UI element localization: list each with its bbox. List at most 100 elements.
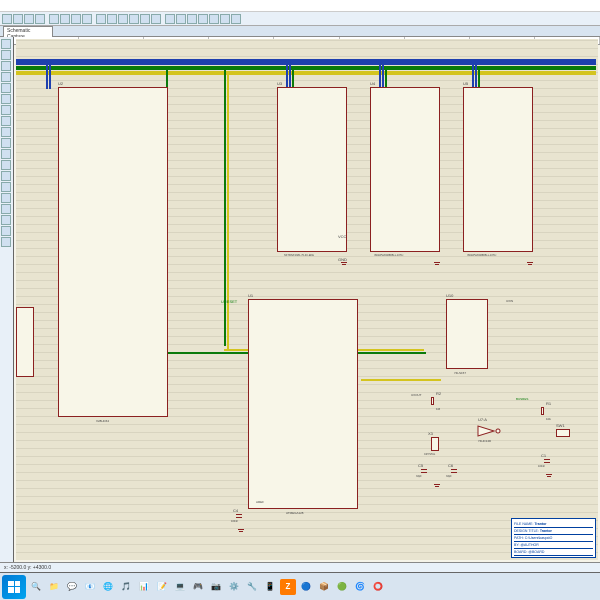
task-blue-icon[interactable]: 🔵	[298, 579, 314, 595]
ltool-terminal-icon[interactable]	[1, 116, 11, 126]
ltool-arc-icon[interactable]	[1, 226, 11, 236]
chip-u4[interactable]	[370, 87, 440, 252]
comp-c5[interactable]	[421, 469, 427, 473]
task-music-icon[interactable]: 🎵	[118, 579, 134, 595]
tool-3d-icon[interactable]	[209, 14, 219, 24]
task-note-icon[interactable]: 📝	[154, 579, 170, 595]
task-search-icon[interactable]: 🔍	[28, 579, 44, 595]
comp-r2-ref: R2	[436, 391, 441, 396]
schematic-canvas[interactable]: U2 X28HC64 U1 ATMEGA128 U3 SST39VF1681-7…	[16, 39, 598, 560]
ltool-pin-icon[interactable]	[1, 127, 11, 137]
ltool-text-icon[interactable]	[1, 83, 11, 93]
task-chat-icon[interactable]: 💬	[64, 579, 80, 595]
tool-print-icon[interactable]	[35, 14, 45, 24]
task-mail-icon[interactable]: 📧	[82, 579, 98, 595]
gnd-sym	[238, 529, 244, 533]
ltool-probe-icon[interactable]	[1, 171, 11, 181]
ltool-box-icon[interactable]	[1, 204, 11, 214]
tool-run-icon[interactable]	[151, 14, 161, 24]
comp-c6[interactable]	[451, 469, 457, 473]
tool-new-icon[interactable]	[2, 14, 12, 24]
tool-open-icon[interactable]	[13, 14, 23, 24]
task-tool-icon[interactable]: 🔧	[244, 579, 260, 595]
chip-u1-part: ATMEGA128	[286, 511, 303, 515]
ltool-component-icon[interactable]	[1, 50, 11, 60]
tool-paste-icon[interactable]	[96, 14, 106, 24]
chip-u10[interactable]	[446, 299, 488, 369]
canvas-area[interactable]: ABCDEFGHI	[14, 37, 600, 562]
chip-u5-part: IS61WV20488FBLL-10TLI	[467, 254, 496, 257]
tool-fit-icon[interactable]	[140, 14, 150, 24]
comp-r1-ref: R1	[546, 401, 551, 406]
task-explorer-icon[interactable]: 📁	[46, 579, 62, 595]
ltool-subckt-icon[interactable]	[1, 105, 11, 115]
ltool-gen-icon[interactable]	[1, 160, 11, 170]
comp-sw1[interactable]	[556, 429, 570, 437]
comp-x3[interactable]	[431, 437, 439, 451]
ltool-label-icon[interactable]	[1, 72, 11, 82]
chip-u5[interactable]	[463, 87, 533, 252]
task-game-icon[interactable]: 🎮	[190, 579, 206, 595]
comp-r2[interactable]	[431, 397, 434, 405]
tab-schematic[interactable]: Schematic Capture	[3, 26, 53, 37]
wire-bus	[16, 73, 596, 75]
task-stats-icon[interactable]: 📊	[136, 579, 152, 595]
ltool-line-icon[interactable]	[1, 193, 11, 203]
connector-left[interactable]	[16, 307, 34, 377]
tool-zoom-icon[interactable]	[107, 14, 117, 24]
comp-c5-val: 33pF	[416, 475, 422, 478]
start-button[interactable]	[2, 575, 26, 599]
tool-pan-icon[interactable]	[129, 14, 139, 24]
main-toolbar	[0, 12, 600, 26]
chip-u7a[interactable]	[476, 424, 504, 438]
ltool-junction-icon[interactable]	[1, 61, 11, 71]
tool-pause-icon[interactable]	[165, 14, 175, 24]
task-phone-icon[interactable]: 📱	[262, 579, 278, 595]
ltool-circle-icon[interactable]	[1, 215, 11, 225]
chip-u4-part: IS61WV20488FBLL-10TLI	[374, 254, 403, 257]
tool-bom-icon[interactable]	[220, 14, 230, 24]
tool-cut-icon[interactable]	[71, 14, 81, 24]
ltool-instr-icon[interactable]	[1, 182, 11, 192]
tool-info-icon[interactable]	[231, 14, 241, 24]
tool-debug-icon[interactable]	[198, 14, 208, 24]
tool-step-icon[interactable]	[187, 14, 197, 24]
ltool-path-icon[interactable]	[1, 237, 11, 247]
task-edge-icon[interactable]: 🌐	[100, 579, 116, 595]
task-gear-icon[interactable]: ⚙️	[226, 579, 242, 595]
wire	[49, 59, 51, 89]
task-z-icon[interactable]: Z	[280, 579, 296, 595]
task-circle-icon[interactable]: ⭕	[370, 579, 386, 595]
ltool-graph-icon[interactable]	[1, 138, 11, 148]
ltool-select-icon[interactable]	[1, 39, 11, 49]
task-box-icon[interactable]: 📦	[316, 579, 332, 595]
comp-c5-ref: C5	[418, 463, 423, 468]
tool-save-icon[interactable]	[24, 14, 34, 24]
comp-r1-val: 10k	[546, 417, 551, 421]
comp-c4-ref: C4	[233, 508, 238, 513]
tool-undo-icon[interactable]	[49, 14, 59, 24]
chip-u1[interactable]	[248, 299, 358, 509]
task-term-icon[interactable]: 💻	[172, 579, 188, 595]
comp-r2-val: 1M	[436, 407, 440, 411]
comp-r1[interactable]	[541, 407, 544, 415]
tool-redo-icon[interactable]	[60, 14, 70, 24]
tool-copy-icon[interactable]	[82, 14, 92, 24]
comp-c1[interactable]	[544, 459, 550, 463]
wire	[382, 59, 384, 89]
task-spiral-icon[interactable]: 🌀	[352, 579, 368, 595]
wire-bus	[16, 68, 596, 70]
tool-stop-icon[interactable]	[176, 14, 186, 24]
chip-u3[interactable]	[277, 87, 347, 252]
chip-u7a-part: 74HC14D	[478, 439, 491, 443]
comp-c4[interactable]	[236, 514, 242, 518]
task-green-icon[interactable]: 🟢	[334, 579, 350, 595]
workspace: ABCDEFGHI	[0, 37, 600, 562]
left-tool-panel	[0, 37, 14, 562]
task-photo-icon[interactable]: 📷	[208, 579, 224, 595]
chip-u7a-ref: U7:A	[478, 417, 487, 422]
ltool-bus-icon[interactable]	[1, 94, 11, 104]
chip-u2[interactable]	[58, 87, 168, 417]
ltool-tape-icon[interactable]	[1, 149, 11, 159]
tool-grid-icon[interactable]	[118, 14, 128, 24]
